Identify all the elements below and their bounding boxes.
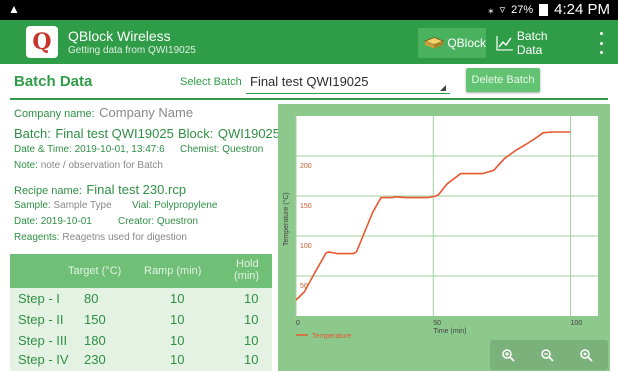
chemist-value: Questron: [222, 144, 264, 155]
datetime-row: Date & Time: 2019-10-01, 13:47:6: [14, 144, 165, 155]
delete-batch-button[interactable]: Delete Batch: [466, 68, 540, 92]
table-row: Step - III 180 10 10: [10, 331, 272, 351]
step-target: 80: [84, 291, 99, 306]
wifi-icon: ▿: [499, 4, 506, 16]
batch-data-button[interactable]: Batch Data: [492, 28, 576, 58]
col-ramp: Ramp (min): [144, 265, 202, 277]
battery-percent: 27%: [511, 3, 534, 16]
steps-table-header: Target (°C) Ramp (min) Hold (min): [10, 254, 272, 288]
company-value: Company Name: [99, 105, 194, 120]
app-title: QBlock Wireless: [68, 28, 171, 44]
reagents-label: Reagents:: [14, 232, 60, 243]
zoom-reset-icon[interactable]: [574, 344, 598, 366]
sample-row: Sample: Sample Type: [14, 200, 112, 211]
step-target: 180: [84, 333, 106, 348]
step-hold: 10: [244, 312, 259, 327]
warning-icon: ▲: [8, 2, 20, 16]
chemist-row: Chemist: Questron: [180, 144, 263, 155]
batch-select-value: Final test QWI19025: [250, 74, 369, 89]
page-title: Batch Data: [14, 73, 93, 90]
sample-label: Sample:: [14, 200, 51, 211]
block-label: Block:: [178, 126, 214, 141]
zoom-out-icon[interactable]: [535, 344, 559, 366]
battery-icon: [539, 3, 549, 16]
batch-row: Batch: Final test QWI19025: [14, 125, 174, 143]
batch-header: Batch Data Select Batch Final test QWI19…: [0, 64, 618, 100]
date-row: Date: 2019-10-01: [14, 216, 92, 227]
qblock-button[interactable]: QBlock: [418, 28, 486, 58]
reagents-value: Reagetns used for digestion: [62, 232, 187, 243]
recipe-value: Final test 230.rcp: [86, 182, 187, 197]
step-name: Step - IV: [18, 352, 69, 367]
datetime-value: 2019-10-01, 13:47:6: [74, 144, 165, 155]
overflow-menu-icon[interactable]: [596, 32, 606, 54]
vial-label: Vial:: [132, 200, 152, 211]
reagents-row: Reagents: Reagetns used for digestion: [14, 232, 187, 243]
recipe-label: Recipe name:: [14, 185, 82, 197]
col-target: Target (°C): [68, 265, 122, 277]
company-label: Company name:: [14, 108, 95, 120]
step-ramp: 10: [170, 312, 185, 327]
step-ramp: 10: [170, 352, 185, 367]
clock: 4:24 PM: [554, 1, 610, 18]
date-value: 2019-10-01: [40, 216, 92, 227]
creator-label: Creator:: [118, 216, 155, 227]
batch-select[interactable]: Final test QWI19025: [246, 70, 450, 94]
creator-value: Questron: [156, 216, 199, 227]
datetime-label: Date & Time:: [14, 144, 72, 155]
step-name: Step - III: [18, 333, 68, 348]
line-chart-icon: [496, 36, 513, 51]
creator-row: Creator: Questron: [118, 216, 198, 227]
batch-label: Batch:: [14, 126, 51, 141]
company-row: Company name: Company Name: [14, 104, 193, 122]
sample-value: Sample Type: [53, 200, 112, 211]
vial-value: Polypropylene: [154, 200, 218, 211]
qblock-icon: [424, 36, 445, 49]
note-label: Note:: [14, 160, 38, 171]
app-subtitle: Getting data from QWI19025: [68, 45, 196, 56]
chemist-label: Chemist:: [180, 144, 220, 155]
table-row: Step - IV 230 10 10: [10, 350, 272, 370]
divider: [10, 98, 608, 100]
step-name: Step - I: [18, 291, 60, 306]
table-row: Step - I 80 10 10: [10, 289, 272, 309]
zoom-in-icon[interactable]: [496, 344, 520, 366]
col-hold-unit: (min): [234, 270, 260, 282]
step-hold: 10: [244, 352, 259, 367]
step-target: 150: [84, 312, 106, 327]
dropdown-caret-icon: [440, 85, 446, 91]
bluetooth-icon: ⁎: [488, 4, 494, 16]
app-logo-icon: Q: [26, 26, 58, 58]
batch-value: Final test QWI19025: [55, 126, 174, 141]
batch-data-label: Batch Data: [516, 29, 548, 57]
note-row: Note: note / observation for Batch: [14, 160, 163, 171]
select-batch-label: Select Batch: [180, 76, 242, 88]
step-ramp: 10: [170, 333, 185, 348]
chart-panel: [278, 104, 610, 371]
recipe-row: Recipe name: Final test 230.rcp: [14, 181, 186, 199]
status-right: ⁎ ▿ 27% 4:24 PM: [488, 1, 610, 18]
step-hold: 10: [244, 333, 259, 348]
step-ramp: 10: [170, 291, 185, 306]
block-row: Block: QWI19025: [178, 125, 280, 143]
app-bar: Q QBlock Wireless Getting data from QWI1…: [0, 20, 618, 64]
block-value: QWI19025: [217, 126, 281, 141]
step-name: Step - II: [18, 312, 64, 327]
status-bar: ▲ ⁎ ▿ 27% 4:24 PM: [0, 0, 618, 20]
qblock-label: QBlock: [447, 36, 486, 50]
note-value: note / observation for Batch: [40, 160, 163, 171]
vial-row: Vial: Polypropylene: [132, 200, 217, 211]
steps-table: Target (°C) Ramp (min) Hold (min) Step -…: [10, 254, 272, 371]
date-label: Date:: [14, 216, 38, 227]
step-target: 230: [84, 352, 106, 367]
table-row: Step - II 150 10 10: [10, 310, 272, 330]
step-hold: 10: [244, 291, 259, 306]
col-hold: Hold: [236, 258, 259, 270]
